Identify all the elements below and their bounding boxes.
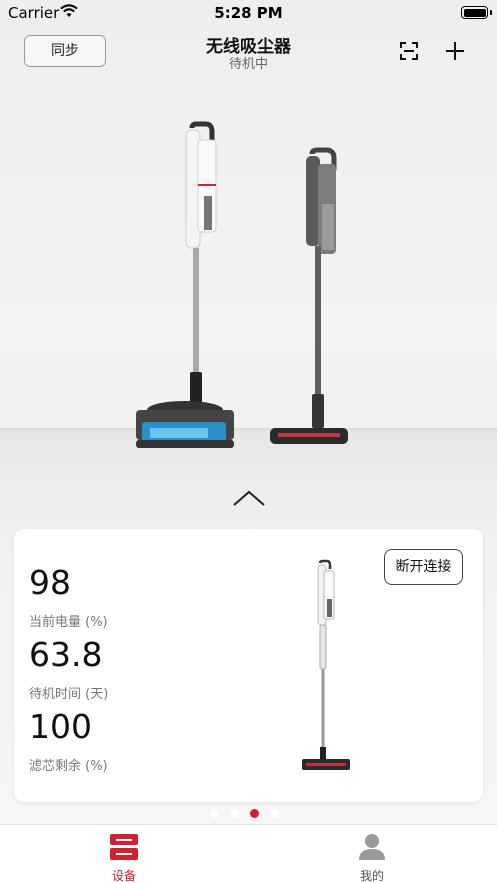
chevron-up-icon[interactable] <box>232 488 266 508</box>
page-indicator[interactable] <box>210 809 279 819</box>
scan-icon[interactable] <box>400 42 418 60</box>
tab-devices-label: 设备 <box>111 869 136 883</box>
user-icon <box>359 834 385 860</box>
status-bar: Carrier 5:28 PM <box>0 0 497 26</box>
device-info-card: 98 当前电量 (%) 63.8 待机时间 (天) 100 滤芯剩余 (%) 断… <box>14 529 483 802</box>
page-dot[interactable] <box>270 809 279 818</box>
battery-label: 当前电量 (%) <box>29 615 108 630</box>
page-dot-active[interactable] <box>250 809 259 818</box>
device-status: 待机中 <box>228 57 268 72</box>
tab-profile-label: 我的 <box>359 869 384 883</box>
vacuum-thumbnail <box>302 559 350 770</box>
device-icon <box>110 834 138 860</box>
page-dot[interactable] <box>210 809 219 818</box>
battery-cap <box>490 10 492 15</box>
page-dot[interactable] <box>230 809 239 818</box>
add-device-icon[interactable] <box>444 40 466 62</box>
battery-value: 98 <box>29 563 71 602</box>
standby-time-label: 待机时间 (天) <box>29 687 109 702</box>
tab-devices[interactable]: 设备 <box>64 825 184 883</box>
tab-profile[interactable]: 我的 <box>312 825 432 883</box>
tab-bar: 设备 我的 <box>0 824 497 883</box>
vacuum-product-photo <box>136 121 348 448</box>
standby-time-value: 63.8 <box>29 635 103 674</box>
battery-icon <box>461 6 488 19</box>
filter-remaining-label: 滤芯剩余 (%) <box>29 759 108 774</box>
clock: 5:28 PM <box>214 4 283 22</box>
filter-remaining-value: 100 <box>29 707 92 746</box>
disconnect-button[interactable]: 断开连接 <box>384 549 463 585</box>
